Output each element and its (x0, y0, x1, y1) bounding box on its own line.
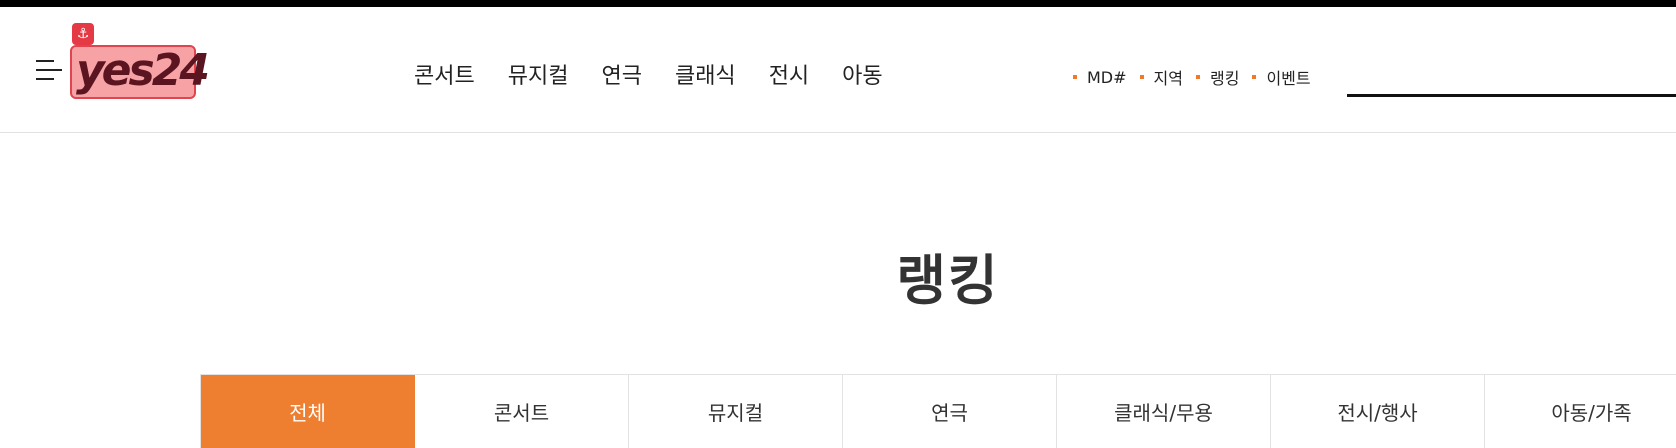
logo-text: yes24 (76, 45, 210, 96)
main-nav: 콘서트 뮤지컬 연극 클래식 전시 아동 (414, 57, 916, 97)
nav-exhibition[interactable]: 전시 (769, 57, 809, 97)
search-input[interactable] (1347, 94, 1676, 97)
hamburger-icon (36, 60, 62, 80)
tab-musical[interactable]: 뮤지컬 (629, 375, 843, 448)
tab-exhibition-event[interactable]: 전시/행사 (1271, 375, 1485, 448)
sub-nav-label: 지역 (1153, 69, 1183, 88)
tab-classic-dance[interactable]: 클래식/무용 (1057, 375, 1271, 448)
nav-classic[interactable]: 클래식 (675, 57, 736, 97)
logo-box: yes24 (70, 45, 210, 99)
nav-musical[interactable]: 뮤지컬 (508, 57, 569, 97)
bullet-dot-icon (1073, 75, 1077, 79)
site-header: yes24 ⚓ 콘서트 뮤지컬 연극 클래식 전시 아동 MD# 지역 랭킹 이… (0, 7, 1676, 133)
nav-concert[interactable]: 콘서트 (414, 57, 475, 97)
sub-nav-region[interactable]: 지역 (1139, 65, 1183, 89)
sub-nav-label: MD# (1087, 67, 1127, 87)
nav-play[interactable]: 연극 (601, 57, 641, 97)
sub-nav-label: 랭킹 (1209, 69, 1240, 88)
yes24-logo[interactable]: yes24 ⚓ (70, 19, 210, 103)
tab-kids-family[interactable]: 아동/가족 (1485, 375, 1676, 448)
anchor-icon: ⚓ (72, 23, 94, 45)
sub-nav: MD# 지역 랭킹 이벤트 (1073, 62, 1324, 92)
tab-concert[interactable]: 콘서트 (415, 375, 629, 448)
sub-nav-ranking[interactable]: 랭킹 (1195, 65, 1240, 89)
bullet-dot-icon (1195, 75, 1200, 79)
tab-all[interactable]: 전체 (201, 375, 415, 448)
hamburger-menu-button[interactable] (36, 55, 66, 87)
nav-kids[interactable]: 아동 (842, 57, 882, 97)
category-tabs: 전체 콘서트 뮤지컬 연극 클래식/무용 전시/행사 아동/가족 (200, 374, 1676, 448)
sub-nav-label: 이벤트 (1266, 69, 1311, 88)
top-black-bar (0, 0, 1676, 7)
sub-nav-event[interactable]: 이벤트 (1252, 65, 1311, 89)
sub-nav-md[interactable]: MD# (1073, 68, 1127, 87)
bullet-dot-icon (1252, 75, 1257, 79)
tab-play[interactable]: 연극 (843, 375, 1057, 448)
bullet-dot-icon (1139, 75, 1144, 79)
page-title: 랭킹 (896, 249, 1000, 312)
